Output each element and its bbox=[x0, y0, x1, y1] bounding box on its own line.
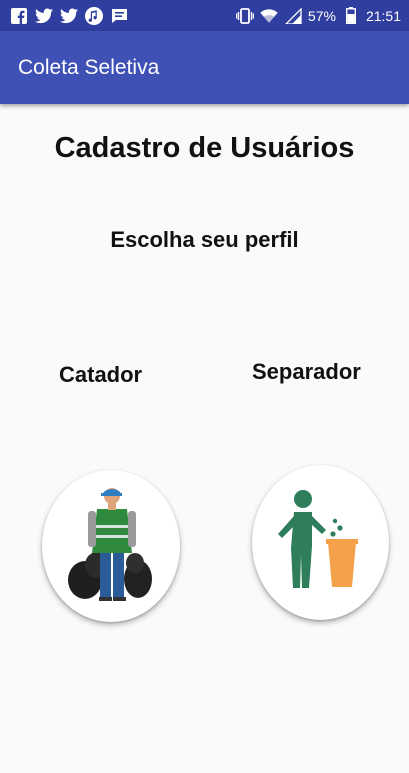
page-title: Cadastro de Usuários bbox=[54, 132, 355, 164]
message-icon bbox=[110, 7, 128, 25]
twitter-icon bbox=[35, 7, 53, 25]
music-icon bbox=[85, 6, 103, 25]
notification-icons bbox=[10, 6, 128, 25]
separador-label: Separador bbox=[252, 359, 361, 384]
battery-icon bbox=[342, 7, 360, 25]
facebook-icon bbox=[10, 7, 28, 25]
clock: 21:51 bbox=[365, 7, 401, 24]
battery-percent: 57% bbox=[307, 7, 336, 24]
signal-icon bbox=[284, 7, 302, 25]
status-bar: 57% 21:51 bbox=[0, 0, 409, 31]
separador-button[interactable] bbox=[252, 465, 389, 620]
wifi-icon bbox=[260, 7, 278, 25]
waste-picker-icon bbox=[65, 485, 157, 608]
vibrate-icon bbox=[235, 7, 254, 25]
person-recycling-icon bbox=[277, 490, 365, 595]
app-title: Coleta Seletiva bbox=[18, 55, 160, 79]
app-bar: Coleta Seletiva bbox=[0, 31, 409, 104]
twitter-icon bbox=[60, 7, 78, 25]
catador-button[interactable] bbox=[42, 470, 180, 622]
system-status: 57% 21:51 bbox=[235, 7, 401, 25]
catador-label: Catador bbox=[59, 362, 143, 387]
page-subtitle: Escolha seu perfil bbox=[110, 227, 299, 252]
